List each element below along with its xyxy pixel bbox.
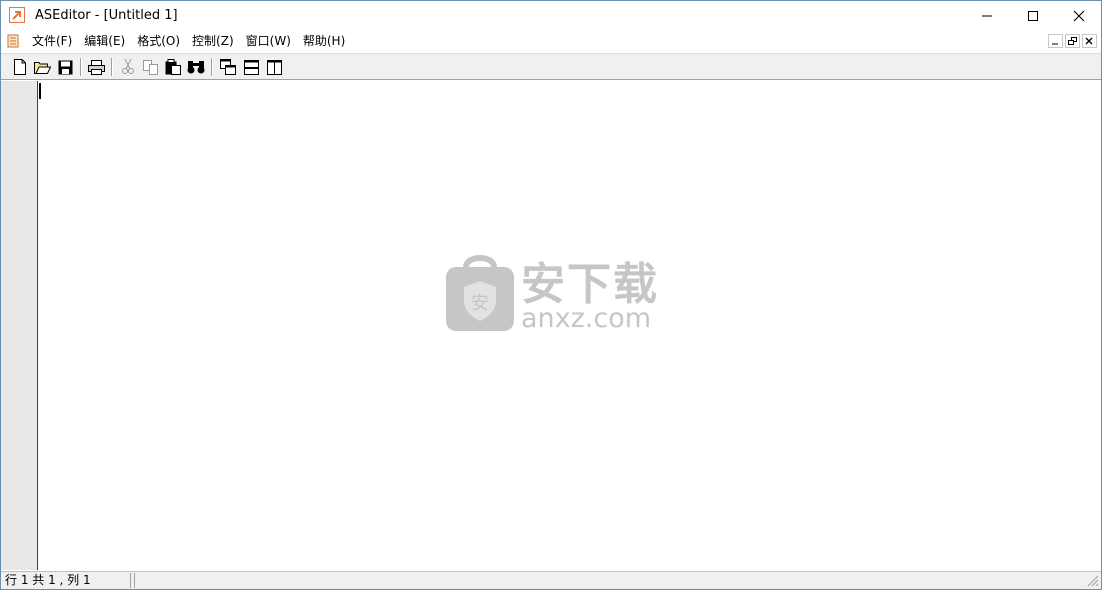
watermark: 安 安下载 anxz.com: [444, 253, 659, 335]
window-cascade-button[interactable]: [218, 58, 238, 76]
find-icon: [187, 61, 205, 74]
watermark-cn-text: 安下载: [521, 259, 659, 310]
split-vertical-icon: [266, 59, 282, 75]
window-title: ASEditor - [Untitled 1]: [35, 8, 178, 23]
toolbar-separator: [211, 58, 213, 76]
close-icon: [1073, 10, 1085, 22]
text-caret: [39, 83, 41, 99]
maximize-icon: [1028, 11, 1038, 21]
save-icon: [58, 60, 72, 74]
shield-bag-icon: 安: [446, 255, 514, 331]
paste-button[interactable]: [163, 58, 183, 76]
split-vertical-button[interactable]: [264, 58, 284, 76]
resize-grip-icon[interactable]: [1087, 575, 1099, 587]
menu-bar: 文件(F) 编辑(E) 格式(O) 控制(Z) 窗口(W) 帮助(H): [1, 31, 1101, 52]
watermark-en-text: anxz.com: [521, 303, 652, 334]
find-button[interactable]: [186, 58, 206, 76]
line-number-gutter: [1, 81, 38, 570]
copy-button[interactable]: [141, 58, 161, 76]
toolbar-separator: [111, 58, 113, 76]
close-button[interactable]: [1056, 1, 1102, 31]
save-button[interactable]: [55, 58, 75, 76]
menu-control[interactable]: 控制(Z): [186, 31, 240, 52]
open-folder-icon: [33, 62, 51, 74]
split-horizontal-icon: [243, 59, 259, 75]
cut-button[interactable]: [118, 58, 138, 76]
toolbar-separator: [80, 58, 82, 76]
status-bar: 行 1 共 1 , 列 1: [1, 571, 1101, 589]
menu-format[interactable]: 格式(O): [131, 31, 186, 52]
split-horizontal-button[interactable]: [241, 58, 261, 76]
mdi-close-button[interactable]: [1082, 34, 1097, 48]
maximize-button[interactable]: [1010, 1, 1056, 31]
minimize-icon: [982, 15, 992, 17]
menu-edit[interactable]: 编辑(E): [78, 31, 131, 52]
menu-help[interactable]: 帮助(H): [297, 31, 351, 52]
watermark-badge: 安: [471, 293, 489, 314]
print-button[interactable]: [86, 58, 106, 76]
status-position: 行 1 共 1 , 列 1: [3, 573, 131, 588]
new-file-button[interactable]: [10, 58, 30, 76]
print-icon: [87, 59, 105, 75]
copy-icon: [143, 59, 158, 75]
app-logo-icon: [9, 7, 25, 23]
mdi-restore-button[interactable]: [1065, 34, 1080, 48]
new-file-icon: [14, 59, 26, 75]
status-pane: [134, 573, 1084, 588]
paste-icon: [165, 59, 181, 75]
toolbar: [1, 53, 1101, 80]
mdi-minimize-button[interactable]: [1048, 34, 1063, 48]
open-button[interactable]: [32, 58, 52, 76]
window-cascade-icon: [220, 59, 236, 75]
document-menu-icon[interactable]: [7, 34, 21, 48]
menu-file[interactable]: 文件(F): [26, 31, 78, 52]
menu-window[interactable]: 窗口(W): [240, 31, 297, 52]
minimize-button[interactable]: [964, 1, 1010, 31]
title-bar[interactable]: ASEditor - [Untitled 1]: [1, 1, 1101, 31]
app-window: ASEditor - [Untitled 1] 文件(F) 编辑(E) 格式(O…: [0, 0, 1102, 590]
cut-icon: [122, 59, 134, 74]
